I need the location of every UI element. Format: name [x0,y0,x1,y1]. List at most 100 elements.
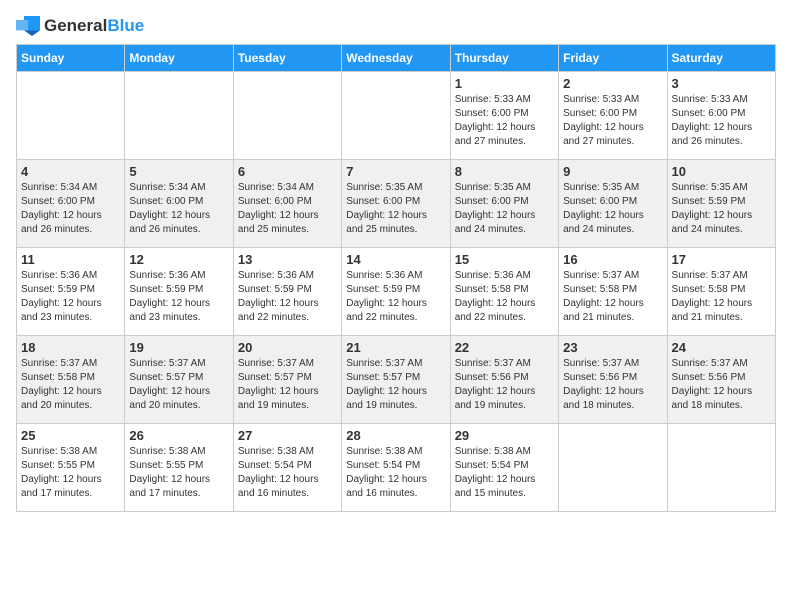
day-cell: 3 Sunrise: 5:33 AM Sunset: 6:00 PM Daylig… [667,72,775,160]
logo-icon [16,16,40,36]
week-row-4: 18Sunrise: 5:37 AM Sunset: 5:58 PM Dayli… [17,336,776,424]
logo-general: General [44,16,107,35]
day-cell: 28Sunrise: 5:38 AM Sunset: 5:54 PM Dayli… [342,424,450,512]
logo: GeneralBlue [16,16,144,36]
header: GeneralBlue [16,16,776,36]
day-cell: 23 Sunrise: 5:37 AM Sunset: 5:56 PM Dayli… [559,336,667,424]
day-number: 11 [21,252,120,267]
day-number: 1 [455,76,554,91]
logo-blue: Blue [107,16,144,35]
day-cell: 5 Sunrise: 5:34 AM Sunset: 6:00 PM Daylig… [125,160,233,248]
day-number: 3 [672,76,771,91]
day-number: 14 [346,252,445,267]
day-number: 22 [455,340,554,355]
day-info: Sunrise: 5:38 AM Sunset: 5:54 PM Dayligh… [238,445,337,501]
day-number: 16 [563,252,662,267]
day-info: Sunrise: 5:37 AM Sunset: 5:57 PM Dayligh… [129,357,228,413]
day-info: Sunrise: 5:36 AM Sunset: 5:59 PM Dayligh… [21,269,120,325]
day-number: 9 [563,164,662,179]
day-info: Sunrise: 5:38 AM Sunset: 5:54 PM Dayligh… [346,445,445,501]
col-header-friday: Friday [559,45,667,72]
week-row-2: 4 Sunrise: 5:34 AM Sunset: 6:00 PM Daylig… [17,160,776,248]
day-info: Sunrise: 5:38 AM Sunset: 5:55 PM Dayligh… [21,445,120,501]
day-info: Sunrise: 5:36 AM Sunset: 5:59 PM Dayligh… [238,269,337,325]
day-cell: 22 Sunrise: 5:37 AM Sunset: 5:56 PM Dayli… [450,336,558,424]
day-info: Sunrise: 5:35 AM Sunset: 6:00 PM Dayligh… [346,181,445,237]
day-cell: 12Sunrise: 5:36 AM Sunset: 5:59 PM Dayli… [125,248,233,336]
day-cell: 27 Sunrise: 5:38 AM Sunset: 5:54 PM Dayli… [233,424,341,512]
col-header-sunday: Sunday [17,45,125,72]
day-cell: 29 Sunrise: 5:38 AM Sunset: 5:54 PM Dayli… [450,424,558,512]
day-info: Sunrise: 5:37 AM Sunset: 5:56 PM Dayligh… [455,357,554,413]
day-number: 13 [238,252,337,267]
day-info: Sunrise: 5:33 AM Sunset: 6:00 PM Dayligh… [672,93,771,149]
week-row-5: 25Sunrise: 5:38 AM Sunset: 5:55 PM Dayli… [17,424,776,512]
day-info: Sunrise: 5:33 AM Sunset: 6:00 PM Dayligh… [563,93,662,149]
day-cell: 18Sunrise: 5:37 AM Sunset: 5:58 PM Dayli… [17,336,125,424]
day-number: 4 [21,164,120,179]
day-cell [233,72,341,160]
day-number: 23 [563,340,662,355]
day-cell [17,72,125,160]
day-cell: 16 Sunrise: 5:37 AM Sunset: 5:58 PM Dayli… [559,248,667,336]
day-cell: 19 Sunrise: 5:37 AM Sunset: 5:57 PM Dayli… [125,336,233,424]
day-info: Sunrise: 5:37 AM Sunset: 5:58 PM Dayligh… [563,269,662,325]
day-cell: 2 Sunrise: 5:33 AM Sunset: 6:00 PM Daylig… [559,72,667,160]
day-number: 19 [129,340,228,355]
day-cell: 20Sunrise: 5:37 AM Sunset: 5:57 PM Dayli… [233,336,341,424]
day-cell: 8 Sunrise: 5:35 AM Sunset: 6:00 PM Daylig… [450,160,558,248]
day-number: 24 [672,340,771,355]
day-cell: 4 Sunrise: 5:34 AM Sunset: 6:00 PM Daylig… [17,160,125,248]
day-cell: 10Sunrise: 5:35 AM Sunset: 5:59 PM Dayli… [667,160,775,248]
week-row-1: 1 Sunrise: 5:33 AM Sunset: 6:00 PM Daylig… [17,72,776,160]
day-info: Sunrise: 5:37 AM Sunset: 5:56 PM Dayligh… [672,357,771,413]
day-cell: 17 Sunrise: 5:37 AM Sunset: 5:58 PM Dayli… [667,248,775,336]
day-info: Sunrise: 5:34 AM Sunset: 6:00 PM Dayligh… [129,181,228,237]
day-cell: 15 Sunrise: 5:36 AM Sunset: 5:58 PM Dayli… [450,248,558,336]
col-header-wednesday: Wednesday [342,45,450,72]
day-cell: 13 Sunrise: 5:36 AM Sunset: 5:59 PM Dayli… [233,248,341,336]
day-cell: 6 Sunrise: 5:34 AM Sunset: 6:00 PM Daylig… [233,160,341,248]
day-info: Sunrise: 5:37 AM Sunset: 5:56 PM Dayligh… [563,357,662,413]
day-cell: 7 Sunrise: 5:35 AM Sunset: 6:00 PM Daylig… [342,160,450,248]
col-header-thursday: Thursday [450,45,558,72]
day-number: 5 [129,164,228,179]
day-cell: 26 Sunrise: 5:38 AM Sunset: 5:55 PM Dayli… [125,424,233,512]
day-cell: 21Sunrise: 5:37 AM Sunset: 5:57 PM Dayli… [342,336,450,424]
day-info: Sunrise: 5:34 AM Sunset: 6:00 PM Dayligh… [21,181,120,237]
day-number: 7 [346,164,445,179]
day-number: 15 [455,252,554,267]
day-cell [342,72,450,160]
day-number: 26 [129,428,228,443]
calendar-header-row: SundayMondayTuesdayWednesdayThursdayFrid… [17,45,776,72]
day-info: Sunrise: 5:36 AM Sunset: 5:58 PM Dayligh… [455,269,554,325]
day-cell [667,424,775,512]
day-number: 10 [672,164,771,179]
day-cell: 14 Sunrise: 5:36 AM Sunset: 5:59 PM Dayli… [342,248,450,336]
day-cell [125,72,233,160]
day-number: 2 [563,76,662,91]
day-cell: 11 Sunrise: 5:36 AM Sunset: 5:59 PM Dayli… [17,248,125,336]
day-info: Sunrise: 5:38 AM Sunset: 5:55 PM Dayligh… [129,445,228,501]
col-header-saturday: Saturday [667,45,775,72]
day-number: 17 [672,252,771,267]
day-info: Sunrise: 5:36 AM Sunset: 5:59 PM Dayligh… [346,269,445,325]
day-cell: 24 Sunrise: 5:37 AM Sunset: 5:56 PM Dayli… [667,336,775,424]
day-number: 18 [21,340,120,355]
day-info: Sunrise: 5:35 AM Sunset: 6:00 PM Dayligh… [455,181,554,237]
day-number: 27 [238,428,337,443]
col-header-monday: Monday [125,45,233,72]
day-number: 21 [346,340,445,355]
day-info: Sunrise: 5:37 AM Sunset: 5:58 PM Dayligh… [672,269,771,325]
day-number: 20 [238,340,337,355]
day-number: 29 [455,428,554,443]
day-number: 8 [455,164,554,179]
day-cell: 1 Sunrise: 5:33 AM Sunset: 6:00 PM Daylig… [450,72,558,160]
day-number: 6 [238,164,337,179]
day-info: Sunrise: 5:33 AM Sunset: 6:00 PM Dayligh… [455,93,554,149]
day-info: Sunrise: 5:38 AM Sunset: 5:54 PM Dayligh… [455,445,554,501]
day-info: Sunrise: 5:34 AM Sunset: 6:00 PM Dayligh… [238,181,337,237]
day-info: Sunrise: 5:36 AM Sunset: 5:59 PM Dayligh… [129,269,228,325]
day-cell: 25Sunrise: 5:38 AM Sunset: 5:55 PM Dayli… [17,424,125,512]
day-cell: 9Sunrise: 5:35 AM Sunset: 6:00 PM Daylig… [559,160,667,248]
